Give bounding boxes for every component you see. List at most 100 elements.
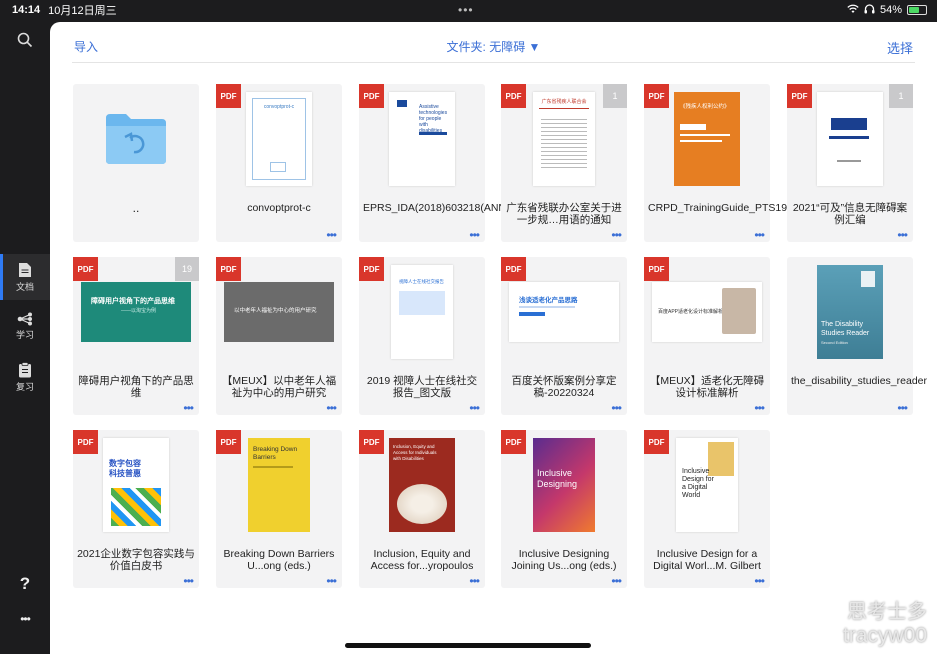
file-item[interactable]: 视障人士在线社交报告 PDF 2019 视障人士在线社交报告_图文版 ••• [359, 257, 485, 415]
sidebar: 文档 学习 复习 ? ••• [0, 20, 50, 654]
more-options-icon[interactable]: ••• [611, 575, 622, 587]
folder-selector-label: 文件夹: 无障碍 ▼ [446, 40, 541, 54]
file-title: 2021企业数字包容实践与价值白皮书 [77, 548, 195, 572]
more-options-icon[interactable]: ••• [326, 402, 337, 414]
file-item[interactable]: Inclusion, Equity and Access for Individ… [359, 430, 485, 588]
search-icon [17, 32, 33, 48]
learn-icon [17, 312, 32, 326]
file-item[interactable]: 《残疾人权利公约》 PDF CRPD_TrainingGuide_PTS19_C… [644, 84, 808, 242]
file-title: Inclusive Design for a Digital Worl...M.… [653, 548, 761, 572]
file-title: convoptprot-c [247, 202, 311, 214]
file-title: 障碍用户视角下的产品思维 [78, 375, 194, 399]
pdf-badge: PDF [359, 430, 384, 454]
battery-percent: 54% [879, 4, 902, 16]
more-options-icon[interactable]: ••• [754, 402, 765, 414]
more-options-icon[interactable]: ••• [754, 575, 765, 587]
more-options-icon[interactable]: ••• [326, 575, 337, 587]
home-indicator[interactable] [345, 643, 591, 648]
pdf-badge: PDF [359, 257, 384, 281]
annotation-count-badge: 19 [175, 257, 199, 281]
more-options-icon[interactable]: ••• [611, 402, 622, 414]
sidebar-item-learn[interactable]: 学习 [0, 312, 50, 350]
multitasking-dots-icon[interactable]: ••• [458, 3, 474, 17]
pdf-badge: PDF [501, 257, 526, 281]
more-options-icon[interactable]: ••• [469, 402, 480, 414]
pdf-badge: PDF [216, 430, 241, 454]
file-item[interactable]: convoptprot-c PDF convoptprot-c ••• [216, 84, 342, 242]
folder-selector[interactable]: 文件夹: 无障碍 ▼ [50, 38, 937, 55]
help-icon: ? [19, 574, 31, 593]
headphones-icon [864, 3, 875, 17]
more-options-icon[interactable]: ••• [469, 575, 480, 587]
review-icon [19, 362, 31, 378]
select-button[interactable]: 选择 [887, 38, 913, 57]
annotation-count-badge: 1 [889, 84, 913, 108]
file-item[interactable]: 数字包容 科技普惠 PDF 2021企业数字包容实践与价值白皮书 ••• [73, 430, 199, 588]
pdf-thumbnail: Inclusive Design for a Digital World [676, 438, 738, 532]
more-button[interactable]: ••• [0, 612, 50, 628]
pdf-badge: PDF [73, 257, 98, 281]
more-options-icon[interactable]: ••• [897, 402, 908, 414]
pdf-badge: PDF [644, 430, 669, 454]
file-item[interactable]: Inclusive Design for a Digital World PDF… [644, 430, 770, 588]
pdf-thumbnail: 《残疾人权利公约》 [674, 92, 740, 186]
file-item[interactable]: 浅谈适老化产品思路 PDF 百度关怀版案例分享定稿-20220324 ••• [501, 257, 627, 415]
folder-icon [104, 110, 168, 166]
pdf-badge: PDF [501, 84, 526, 108]
document-library-panel: 导入 文件夹: 无障碍 ▼ 选择 .. convoptprot-c PDF co… [50, 22, 937, 654]
pdf-badge: PDF [644, 257, 669, 281]
pdf-badge: PDF [73, 430, 98, 454]
file-title: Inclusive Designing Joining Us...ong (ed… [511, 548, 617, 572]
pdf-thumbnail: 百度APP适老化设计标准解析 [652, 282, 762, 342]
pdf-badge: PDF [787, 84, 812, 108]
search-button[interactable] [0, 32, 50, 56]
pdf-thumbnail [817, 92, 883, 186]
file-title: 【MEUX】适老化无障碍设计标准解析 [649, 375, 765, 399]
more-options-icon[interactable]: ••• [754, 229, 765, 241]
file-item[interactable]: 障碍用户视角下的产品思维 ——以淘宝为例 PDF 19 障碍用户视角下的产品思维… [73, 257, 199, 415]
watermark: 思考士多 tracyw00 [842, 601, 927, 647]
file-item[interactable]: 以中老年人福祉为中心的用户研究 PDF 【MEUX】以中老年人福祉为中心的用户研… [216, 257, 342, 415]
file-title: .. [132, 201, 140, 215]
file-item[interactable]: Assistive technologies for people with d… [359, 84, 536, 242]
file-item[interactable]: 广东省残疾人联合会 PDF 1 广东省残联办公室关于进一步规…用语的通知 ••• [501, 84, 627, 242]
pdf-thumbnail: Breaking Down Barriers [248, 438, 310, 532]
file-item[interactable]: 百度APP适老化设计标准解析 PDF 【MEUX】适老化无障碍设计标准解析 ••… [644, 257, 770, 415]
more-options-icon[interactable]: ••• [469, 229, 480, 241]
more-options-icon[interactable]: ••• [183, 575, 194, 587]
file-title: 2021“可及”信息无障碍案例汇编 [792, 202, 908, 226]
file-item[interactable]: Inclusive Designing PDF Inclusive Design… [501, 430, 627, 588]
file-item[interactable]: The Disability Studies Reader Second Edi… [787, 257, 927, 415]
pdf-thumbnail: Inclusion, Equity and Access for Individ… [389, 438, 455, 532]
pdf-thumbnail: 广东省残疾人联合会 [533, 92, 595, 186]
pdf-badge: PDF [216, 84, 241, 108]
more-options-icon[interactable]: ••• [183, 402, 194, 414]
sidebar-item-label: 文档 [15, 282, 34, 292]
more-options-icon[interactable]: ••• [611, 229, 622, 241]
file-item[interactable]: Breaking Down Barriers PDF Breaking Down… [216, 430, 342, 588]
pdf-thumbnail: Assistive technologies for people with d… [389, 92, 455, 186]
folder-item-parent[interactable]: .. [73, 84, 199, 242]
sidebar-item-label: 复习 [15, 382, 34, 392]
pdf-thumbnail: 以中老年人福祉为中心的用户研究 [224, 282, 334, 342]
pdf-thumbnail: 障碍用户视角下的产品思维 ——以淘宝为例 [81, 282, 191, 342]
file-title: 【MEUX】以中老年人福祉为中心的用户研究 [221, 375, 337, 399]
sidebar-item-label: 学习 [15, 330, 34, 340]
pdf-badge: PDF [216, 257, 241, 281]
file-title: Breaking Down Barriers U...ong (eds.) [223, 548, 335, 572]
toolbar-divider [72, 62, 915, 63]
file-title: EPRS_IDA(2018)603218(ANN2)_EN [363, 202, 536, 214]
toolbar: 导入 文件夹: 无障碍 ▼ 选择 [50, 22, 937, 62]
more-options-icon[interactable]: ••• [897, 229, 908, 241]
file-title: Inclusion, Equity and Access for...yropo… [370, 548, 474, 572]
more-options-icon[interactable]: ••• [326, 229, 337, 241]
file-title: 广东省残联办公室关于进一步规…用语的通知 [506, 202, 622, 226]
status-time: 14:14 [12, 4, 41, 16]
pdf-thumbnail: The Disability Studies Reader Second Edi… [817, 265, 883, 359]
pdf-badge: PDF [644, 84, 669, 108]
sidebar-item-documents[interactable]: 文档 [0, 254, 50, 300]
wifi-icon [847, 4, 859, 17]
file-item[interactable]: PDF 1 2021“可及”信息无障碍案例汇编 ••• [787, 84, 913, 242]
sidebar-item-review[interactable]: 复习 [0, 362, 50, 400]
help-button[interactable]: ? [0, 574, 50, 596]
